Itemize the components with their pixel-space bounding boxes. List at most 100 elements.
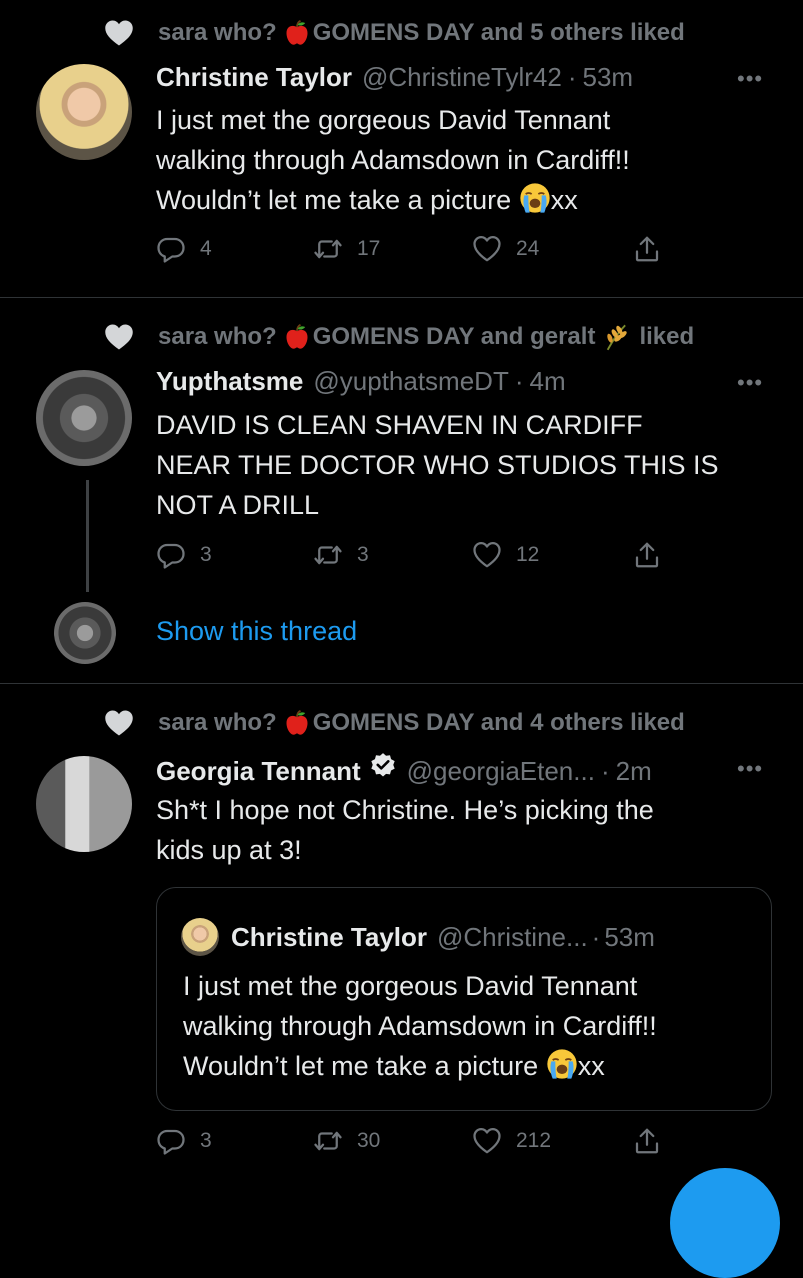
- quote-avatar: [181, 918, 219, 956]
- tweet-text: I just met the gorgeous David Tennant wa…: [156, 100, 776, 220]
- tweet-text: Sh*t I hope not Christine. He’s picking …: [156, 790, 776, 870]
- verified-icon: [369, 752, 397, 780]
- crying-emoji: [519, 182, 551, 214]
- tweet-header: Georgia Tennant @georgiaEten... · 2m: [156, 752, 652, 787]
- handle[interactable]: @georgiaEten...: [407, 756, 595, 787]
- social-text: GOMENS DAY and 5 others liked: [312, 19, 685, 46]
- like-button[interactable]: 12: [472, 540, 539, 570]
- quote-text: I just met the gorgeous David Tennant wa…: [183, 966, 657, 1086]
- retweet-button[interactable]: 3: [313, 540, 369, 570]
- timestamp[interactable]: 53m: [582, 62, 633, 93]
- apple-emoji: [283, 709, 311, 737]
- tweet-header: Christine Taylor @ChristineTylr42 · 53m: [156, 62, 633, 93]
- like-icon: [472, 540, 502, 570]
- text-segment: Wouldn’t let me take a picture: [156, 185, 512, 215]
- separator: ·: [600, 756, 610, 786]
- text-line: walking through Adamsdown in Cardiff!!: [156, 145, 630, 175]
- retweet-icon: [313, 540, 343, 570]
- text-line: I just met the gorgeous David Tennant: [156, 105, 611, 135]
- more-icon[interactable]: •••: [737, 756, 763, 782]
- display-name[interactable]: Christine Taylor: [156, 62, 352, 93]
- reply-count: 4: [200, 237, 212, 260]
- social-user: sara who?: [158, 19, 277, 46]
- separator: ·: [514, 366, 524, 396]
- like-button[interactable]: 212: [472, 1126, 551, 1156]
- heart-icon: [104, 323, 134, 351]
- reply-count: 3: [200, 1129, 212, 1152]
- timestamp[interactable]: 4m: [530, 366, 566, 397]
- like-icon: [472, 234, 502, 264]
- reply-button[interactable]: 4: [156, 234, 212, 264]
- social-user: sara who?: [158, 709, 277, 736]
- social-context: sara who? GOMENS DAY and 4 others liked: [104, 709, 685, 737]
- social-context: sara who? GOMENS DAY and 5 others liked: [104, 19, 685, 47]
- action-bar: 3 3 12: [156, 540, 676, 576]
- avatar[interactable]: [36, 756, 132, 852]
- show-thread-link[interactable]: Show this thread: [156, 616, 357, 647]
- share-button[interactable]: [632, 234, 676, 264]
- more-icon[interactable]: •••: [737, 66, 763, 92]
- like-count: 12: [516, 543, 540, 566]
- social-user: sara who?: [158, 323, 277, 350]
- share-icon: [632, 234, 662, 264]
- quote-display-name: Christine Taylor: [231, 921, 428, 952]
- retweet-icon: [313, 234, 343, 264]
- share-button[interactable]: [632, 540, 676, 570]
- compose-tweet-button[interactable]: [670, 1168, 780, 1278]
- wheat-emoji: [603, 323, 631, 351]
- reply-button[interactable]: 3: [156, 540, 212, 570]
- reply-button[interactable]: 3: [156, 1126, 212, 1156]
- reply-icon: [156, 540, 186, 570]
- timestamp[interactable]: 2m: [616, 756, 652, 787]
- action-bar: 4 17 24: [156, 234, 676, 270]
- share-icon: [632, 1126, 662, 1156]
- heart-icon: [104, 709, 134, 737]
- quote-header: Christine Taylor @Christine... · 53m: [181, 918, 655, 956]
- heart-icon: [104, 19, 134, 47]
- avatar[interactable]: [36, 370, 132, 466]
- social-text: GOMENS DAY and geralt: [312, 323, 596, 350]
- text-line: NEAR THE DOCTOR WHO STUDIOS THIS IS: [156, 450, 719, 480]
- separator: ·: [591, 921, 601, 952]
- more-icon[interactable]: •••: [737, 370, 763, 396]
- thread-avatar[interactable]: [54, 602, 116, 664]
- retweet-count: 3: [357, 543, 369, 566]
- social-context: sara who? GOMENS DAY and geralt liked: [104, 323, 694, 351]
- like-icon: [472, 1126, 502, 1156]
- like-count: 24: [516, 237, 540, 260]
- tweet-yupthatsme[interactable]: sara who? GOMENS DAY and geralt liked Yu…: [0, 298, 803, 682]
- handle[interactable]: @yupthatsmeDT: [313, 366, 508, 397]
- quote-timestamp: 53m: [604, 921, 655, 952]
- tweet-christine[interactable]: sara who? GOMENS DAY and 5 others liked …: [0, 0, 803, 296]
- social-text: liked: [639, 323, 695, 350]
- action-bar: 3 30 212: [156, 1126, 676, 1162]
- display-name[interactable]: Yupthatsme: [156, 366, 303, 397]
- text-line: Wouldn’t let me take a picture xx: [183, 1046, 657, 1086]
- tweet-header: Yupthatsme @yupthatsmeDT · 4m: [156, 366, 566, 397]
- text-line: walking through Adamsdown in Cardiff!!: [183, 1011, 657, 1041]
- retweet-button[interactable]: 17: [313, 234, 380, 264]
- retweet-button[interactable]: 30: [313, 1126, 380, 1156]
- handle[interactable]: @ChristineTylr42: [362, 62, 562, 93]
- text-line: Wouldn’t let me take a picture xx: [156, 180, 776, 220]
- like-button[interactable]: 24: [472, 234, 539, 264]
- retweet-count: 17: [357, 237, 381, 260]
- share-button[interactable]: [632, 1126, 676, 1156]
- like-count: 212: [516, 1129, 552, 1152]
- apple-emoji: [283, 323, 311, 351]
- text-line: NOT A DRILL: [156, 490, 320, 520]
- text-line: I just met the gorgeous David Tennant: [183, 971, 638, 1001]
- reply-icon: [156, 234, 186, 264]
- separator: ·: [567, 62, 577, 92]
- avatar[interactable]: [36, 64, 132, 160]
- quoted-tweet[interactable]: Christine Taylor @Christine... · 53m I j…: [156, 887, 772, 1111]
- tweet-text: DAVID IS CLEAN SHAVEN IN CARDIFF NEAR TH…: [156, 405, 776, 525]
- apple-emoji: [283, 19, 311, 47]
- display-name[interactable]: Georgia Tennant: [156, 756, 361, 787]
- reply-icon: [156, 1126, 186, 1156]
- share-icon: [632, 540, 662, 570]
- quote-handle: @Christine...: [437, 921, 588, 952]
- social-text: GOMENS DAY and 4 others liked: [312, 709, 685, 736]
- text-line: DAVID IS CLEAN SHAVEN IN CARDIFF: [156, 410, 643, 440]
- retweet-icon: [313, 1126, 343, 1156]
